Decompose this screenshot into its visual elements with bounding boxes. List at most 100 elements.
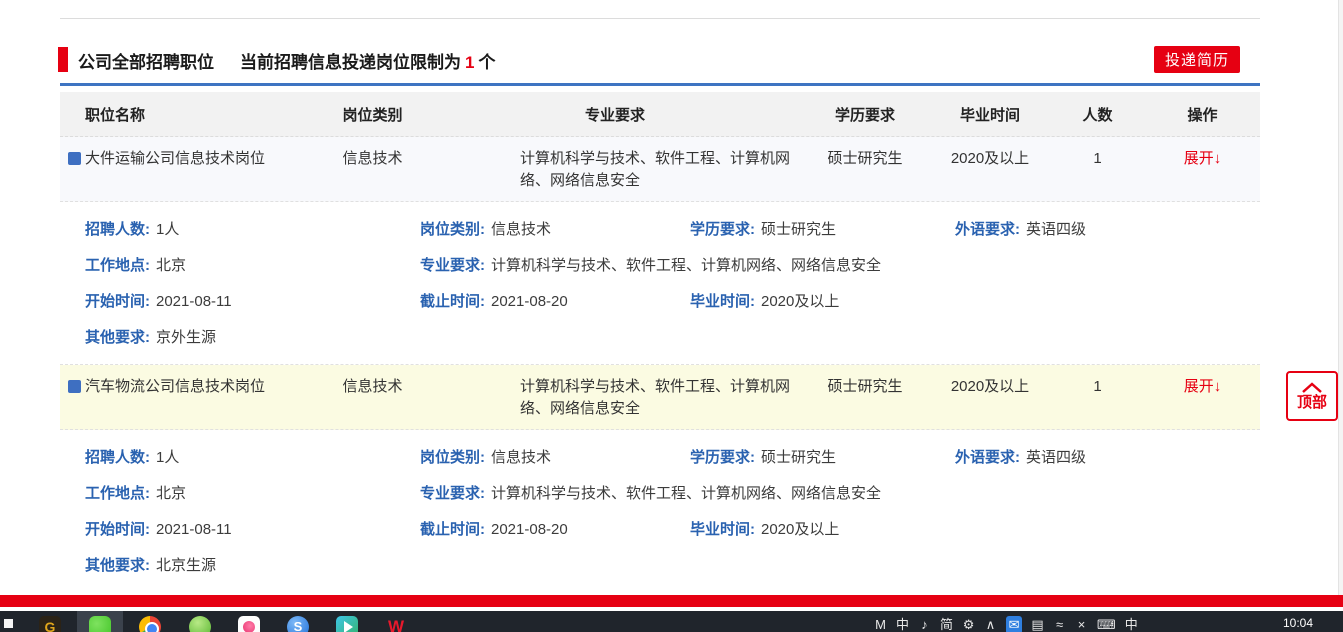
graduation-label: 毕业时间: bbox=[690, 293, 755, 310]
tray-mail-icon[interactable]: ✉ bbox=[1006, 616, 1022, 632]
end-value: 2021-08-20 bbox=[491, 521, 568, 538]
recruit-value: 1人 bbox=[156, 221, 179, 238]
limit-prefix: 当前招聘信息投递岗位限制为 bbox=[240, 53, 461, 72]
job-graduation: 2020及以上 bbox=[930, 148, 1050, 192]
wps-icon: W bbox=[385, 616, 407, 632]
back-to-top-label: 顶部 bbox=[1297, 395, 1327, 411]
job-details-2: 招聘人数: 1人 岗位类别: 信息技术 学历要求: 硕士研究生 外语要求: 英语四级 工… bbox=[60, 430, 1260, 592]
job-education: 硕士研究生 bbox=[800, 148, 930, 192]
page: 公司全部招聘职位 当前招聘信息投递岗位限制为1个 投递简历 职位名称 岗位类别 … bbox=[0, 0, 1343, 632]
expand-link[interactable]: 展开↓ bbox=[1184, 376, 1222, 420]
page-footer-red-bar bbox=[0, 595, 1343, 607]
tray-settings-icon[interactable]: ⚙ bbox=[962, 616, 975, 632]
start-label: 开始时间: bbox=[85, 521, 150, 538]
col-header-count: 人数 bbox=[1050, 92, 1145, 136]
major-value: 计算机科学与技术、软件工程、计算机网络、网络信息安全 bbox=[491, 257, 881, 274]
location-label: 工作地点: bbox=[85, 257, 150, 274]
category-label: 岗位类别: bbox=[420, 221, 485, 238]
back-to-top-button[interactable]: 顶部 bbox=[1286, 371, 1338, 421]
photo-app-icon bbox=[238, 616, 260, 632]
education-label: 学历要求: bbox=[690, 221, 755, 238]
other-label: 其他要求: bbox=[85, 557, 150, 574]
recruit-value: 1人 bbox=[156, 449, 179, 466]
language-label: 外语要求: bbox=[955, 449, 1020, 466]
tray-simplified-icon[interactable]: 简 bbox=[940, 616, 953, 632]
start-value: 2021-08-11 bbox=[156, 521, 232, 538]
graduation-label: 毕业时间: bbox=[690, 521, 755, 538]
taskbar-app-chrome[interactable] bbox=[127, 611, 173, 632]
media-player-icon bbox=[336, 616, 358, 632]
taskbar-app-media[interactable] bbox=[324, 611, 370, 632]
tray-ime-lang-icon[interactable]: 中 bbox=[1125, 616, 1138, 632]
education-value: 硕士研究生 bbox=[761, 449, 836, 466]
graduation-value: 2020及以上 bbox=[761, 521, 839, 538]
taskbar-app-green[interactable] bbox=[177, 611, 223, 632]
tray-m-icon[interactable]: M bbox=[874, 616, 887, 632]
taskbar-app-wps[interactable]: W bbox=[373, 611, 419, 632]
col-header-action: 操作 bbox=[1145, 92, 1260, 136]
green-app-icon bbox=[189, 616, 211, 632]
limit-text: 当前招聘信息投递岗位限制为1个 bbox=[240, 48, 495, 73]
submit-resume-button[interactable]: 投递简历 bbox=[1154, 46, 1240, 73]
tray-ime-zh-icon[interactable]: 中 bbox=[896, 616, 909, 632]
recruit-label: 招聘人数: bbox=[85, 221, 150, 238]
job-major: 计算机科学与技术、软件工程、计算机网络、网络信息安全 bbox=[430, 376, 800, 420]
tray-expand-icon[interactable]: ∧ bbox=[984, 616, 997, 632]
taskbar-app-sogou[interactable]: S bbox=[275, 611, 321, 632]
section-accent-bar bbox=[58, 47, 68, 72]
tray-clipboard-icon[interactable]: ▤ bbox=[1031, 616, 1044, 632]
taskbar-app-goldwave[interactable]: G bbox=[27, 611, 73, 632]
job-graduation: 2020及以上 bbox=[930, 376, 1050, 420]
scrollbar[interactable] bbox=[1338, 0, 1343, 595]
other-value: 北京生源 bbox=[156, 557, 216, 574]
jobs-table: 职位名称 岗位类别 专业要求 学历要求 毕业时间 人数 操作 大件运输公司信息技… bbox=[60, 92, 1260, 592]
goldwave-app-icon: G bbox=[39, 616, 61, 632]
col-header-graduation: 毕业时间 bbox=[930, 92, 1050, 136]
category-value: 信息技术 bbox=[491, 449, 551, 466]
taskbar: G S W M 中 ♪ 简 ⚙ ∧ ✉ ▤ ≈ × ⌨ 中 10:04 bbox=[0, 611, 1343, 632]
category-label: 岗位类别: bbox=[420, 449, 485, 466]
other-label: 其他要求: bbox=[85, 329, 150, 346]
tray-network-icon[interactable]: ≈ bbox=[1053, 616, 1066, 632]
job-count: 1 bbox=[1050, 376, 1145, 420]
table-row-job-2: 汽车物流公司信息技术岗位 信息技术 计算机科学与技术、软件工程、计算机网络、网络… bbox=[60, 365, 1260, 430]
job-count: 1 bbox=[1050, 148, 1145, 192]
graduation-value: 2020及以上 bbox=[761, 293, 839, 310]
taskbar-app-photo[interactable] bbox=[226, 611, 272, 632]
tray-keyboard-icon[interactable]: ⌨ bbox=[1097, 616, 1116, 632]
category-value: 信息技术 bbox=[491, 221, 551, 238]
job-checkbox[interactable] bbox=[68, 152, 81, 165]
job-category: 信息技术 bbox=[315, 376, 430, 420]
job-category: 信息技术 bbox=[315, 148, 430, 192]
job-title: 汽车物流公司信息技术岗位 bbox=[85, 376, 265, 420]
top-divider bbox=[60, 18, 1260, 19]
location-label: 工作地点: bbox=[85, 485, 150, 502]
section-underline bbox=[60, 83, 1260, 86]
sogou-browser-icon: S bbox=[287, 616, 309, 632]
end-value: 2021-08-20 bbox=[491, 293, 568, 310]
tray-note-icon[interactable]: ♪ bbox=[918, 616, 931, 632]
section-title: 公司全部招聘职位 bbox=[78, 48, 214, 73]
col-header-education: 学历要求 bbox=[800, 92, 930, 136]
table-row-job-1: 大件运输公司信息技术岗位 信息技术 计算机科学与技术、软件工程、计算机网络、网络… bbox=[60, 137, 1260, 202]
language-value: 英语四级 bbox=[1026, 449, 1086, 466]
section-header: 公司全部招聘职位 当前招聘信息投递岗位限制为1个 投递简历 bbox=[60, 46, 1260, 74]
expand-link[interactable]: 展开↓ bbox=[1184, 148, 1222, 192]
recruit-label: 招聘人数: bbox=[85, 449, 150, 466]
col-header-category: 岗位类别 bbox=[315, 92, 430, 136]
job-major: 计算机科学与技术、软件工程、计算机网络、网络信息安全 bbox=[430, 148, 800, 192]
location-value: 北京 bbox=[156, 257, 186, 274]
job-education: 硕士研究生 bbox=[800, 376, 930, 420]
start-label: 开始时间: bbox=[85, 293, 150, 310]
col-header-major: 专业要求 bbox=[430, 92, 800, 136]
job-checkbox[interactable] bbox=[68, 380, 81, 393]
wechat-icon bbox=[89, 616, 111, 632]
education-label: 学历要求: bbox=[690, 449, 755, 466]
system-tray: M 中 ♪ 简 ⚙ ∧ ✉ ▤ ≈ × ⌨ 中 bbox=[874, 616, 1138, 632]
taskbar-clock[interactable]: 10:04 bbox=[1283, 616, 1313, 630]
limit-count: 1 bbox=[461, 53, 478, 72]
chrome-icon bbox=[139, 616, 161, 632]
tray-volume-muted-icon[interactable]: × bbox=[1075, 616, 1088, 632]
taskbar-app-wechat[interactable] bbox=[77, 611, 123, 632]
start-button-icon[interactable] bbox=[4, 619, 13, 628]
